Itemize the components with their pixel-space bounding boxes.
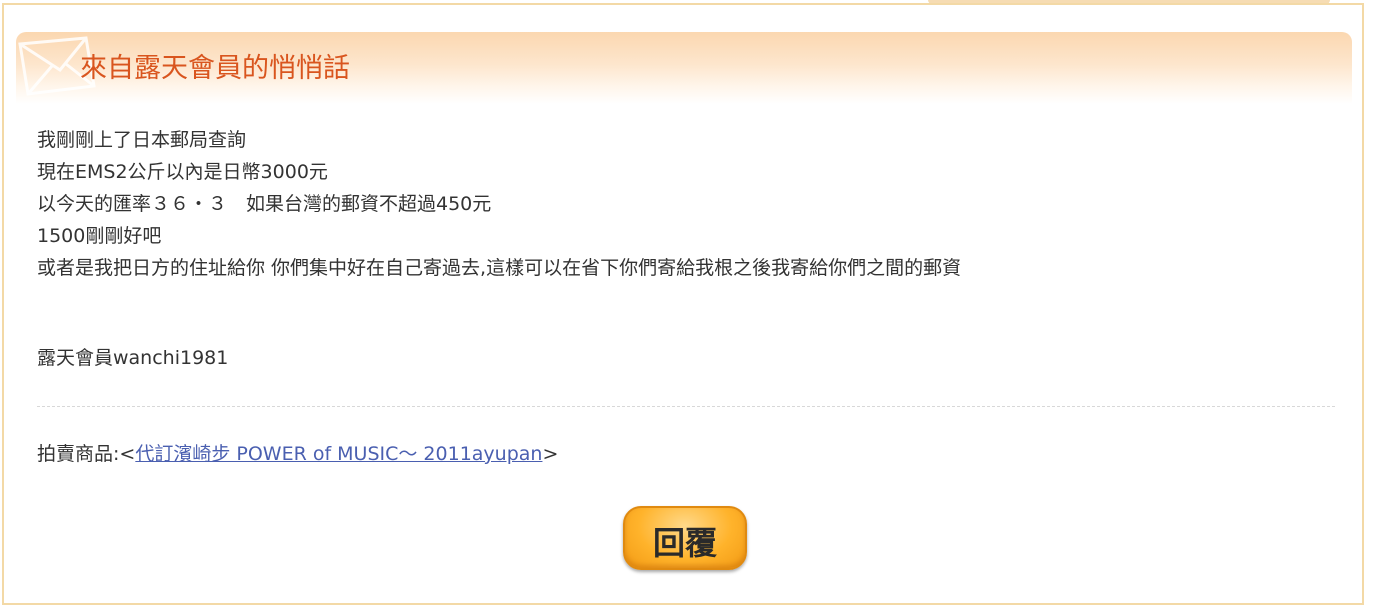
product-prefix: 拍賣商品:< — [37, 443, 136, 465]
sender-signature: 露天會員wanchi1981 — [37, 347, 229, 369]
message-line: 1500剛剛好吧 — [37, 225, 162, 247]
message-line: 以今天的匯率３６・３ 如果台灣的郵資不超過450元 — [37, 193, 492, 215]
reply-button-label: 回覆 — [652, 524, 717, 562]
reply-button[interactable]: 回覆 — [623, 506, 747, 570]
message-line: 我剛剛上了日本郵局查詢 — [37, 129, 247, 151]
product-reference: 拍賣商品:<代訂濱崎步 POWER of MUSIC～ 2011ayupan> — [37, 438, 558, 470]
message-line: 或者是我把日方的住址給你 你們集中好在自己寄過去,這樣可以在省下你們寄給我根之後… — [37, 257, 962, 279]
product-link[interactable]: 代訂濱崎步 POWER of MUSIC～ 2011ayupan — [135, 443, 542, 465]
message-header: 來自露天會員的悄悄話 — [16, 32, 1352, 104]
message-body: 我剛剛上了日本郵局查詢 現在EMS2公斤以內是日幣3000元 以今天的匯率３６・… — [37, 124, 1337, 284]
message-line: 現在EMS2公斤以內是日幣3000元 — [37, 161, 328, 183]
divider — [37, 406, 1335, 407]
product-suffix: > — [542, 443, 559, 465]
page-title: 來自露天會員的悄悄話 — [80, 53, 350, 84]
